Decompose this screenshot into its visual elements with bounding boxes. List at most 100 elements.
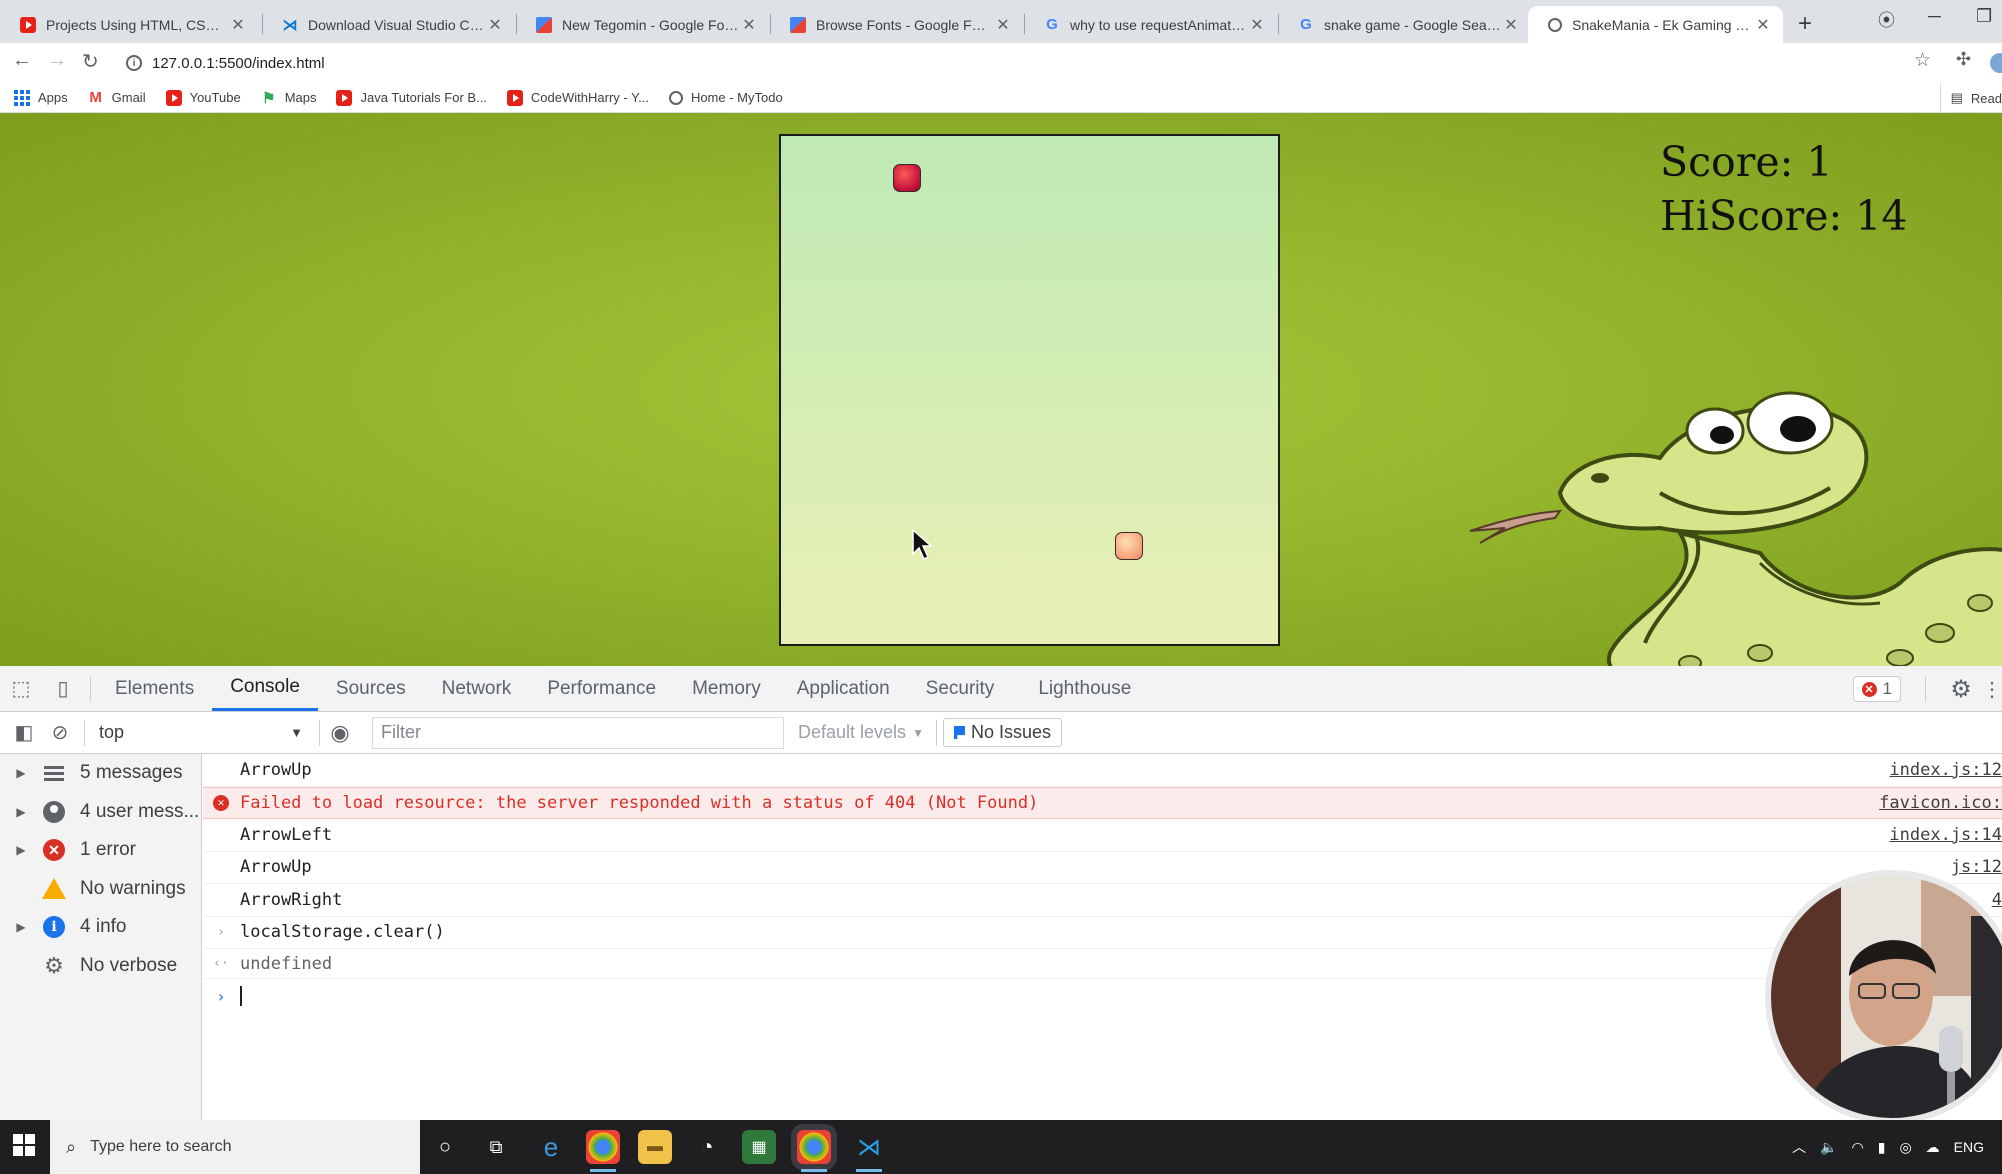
sidebar-item-info[interactable]: ▶ i 4 info xyxy=(0,908,201,947)
bookmark-maps[interactable]: ⚑ Maps xyxy=(261,90,317,107)
input-chevron-icon: › xyxy=(217,924,225,940)
new-tab-button[interactable]: + xyxy=(1798,10,1812,38)
sidebar-item-messages[interactable]: ▶ 5 messages xyxy=(0,754,201,793)
live-expression-eye-icon[interactable]: ◉ xyxy=(320,720,360,746)
speaker-icon[interactable]: 🔈 xyxy=(1820,1139,1837,1156)
site-info-icon[interactable]: i xyxy=(126,55,142,71)
console-prompt[interactable]: › xyxy=(203,979,2002,1013)
message-text: ArrowUp xyxy=(240,759,312,780)
forward-arrow-icon[interactable]: → xyxy=(47,49,67,72)
error-count-badge[interactable]: ✕ 1 xyxy=(1852,676,1901,702)
task-view-icon[interactable]: ⧉ xyxy=(479,1130,513,1164)
sidebar-item-errors[interactable]: ▶ ✕ 1 error xyxy=(0,831,201,870)
close-icon[interactable]: ✕ xyxy=(993,15,1013,35)
tab-browse-fonts[interactable]: Browse Fonts - Google Fonts ✕ xyxy=(770,6,1023,43)
bookmark-star-icon[interactable]: ☆ xyxy=(1914,49,1931,72)
source-link[interactable]: js:12 xyxy=(1951,857,2002,877)
sidebar-item-warnings[interactable]: No warnings xyxy=(0,870,201,909)
tab-title: Browse Fonts - Google Fonts xyxy=(816,16,993,33)
levels-label: Default levels xyxy=(798,722,907,742)
tab-request-animation-frame[interactable]: G why to use requestAnimationFrame ✕ xyxy=(1024,6,1277,43)
restore-icon[interactable]: ❐ xyxy=(1976,6,1992,27)
sidebar-item-user-messages[interactable]: ▶ 4 user mess... xyxy=(0,793,201,832)
edge-browser-icon[interactable]: e xyxy=(534,1130,568,1164)
chrome-active-icon[interactable] xyxy=(797,1130,831,1172)
tab-new-tegomin[interactable]: New Tegomin - Google Fonts ✕ xyxy=(516,6,769,43)
bookmark-java-tutorials[interactable]: Java Tutorials For B... xyxy=(336,89,487,106)
settings-gear-icon[interactable]: ⚙ xyxy=(1940,675,1982,704)
close-icon[interactable]: ✕ xyxy=(739,15,759,35)
source-link[interactable]: index.js:14 xyxy=(1889,825,2002,845)
search-icon: ⌕ xyxy=(66,1136,77,1157)
reading-list-icon: ▤ xyxy=(1950,90,1963,105)
error-icon: ✕ xyxy=(213,794,229,811)
bookmark-gmail[interactable]: M Gmail xyxy=(88,89,145,106)
tab-performance[interactable]: Performance xyxy=(529,666,674,711)
device-toolbar-icon[interactable]: ▯ xyxy=(42,666,84,711)
tab-memory[interactable]: Memory xyxy=(674,666,779,711)
microphone-icon[interactable]: ▮ xyxy=(1878,1139,1886,1156)
clear-console-icon[interactable]: ⊘ xyxy=(48,720,72,745)
devtools-panel: ⬚ ▯ Elements Console Sources Network Per… xyxy=(0,666,2002,1120)
close-icon[interactable]: ✕ xyxy=(1753,15,1773,35)
tab-lighthouse[interactable]: Lighthouse xyxy=(1020,666,1149,711)
tab-console[interactable]: Console xyxy=(212,666,318,711)
spreadsheet-app-icon[interactable]: ▦ xyxy=(742,1130,776,1164)
bookmark-codewithharry[interactable]: CodeWithHarry - Y... xyxy=(506,89,649,106)
reload-icon[interactable]: ↻ xyxy=(82,49,99,74)
tab-snakemania[interactable]: SnakeMania - Ek Gaming Katha ✕ xyxy=(1528,6,1783,43)
console-filter-input[interactable]: Filter xyxy=(372,716,784,749)
tab-network[interactable]: Network xyxy=(424,666,530,711)
bookmark-apps[interactable]: Apps xyxy=(14,89,68,106)
system-tray: ︿ 🔈 ◠ ▮ ◎ ☁ ENG xyxy=(1792,1120,1984,1174)
profile-avatar[interactable] xyxy=(1990,53,2002,73)
tab-elements[interactable]: Elements xyxy=(97,666,212,711)
source-link[interactable]: index.js:12 xyxy=(1889,760,2002,780)
reading-list-button[interactable]: ▤ Read xyxy=(1939,83,2002,113)
vscode-icon[interactable]: ⋊ xyxy=(852,1130,886,1172)
more-options-icon[interactable]: ⋮ xyxy=(1982,677,2002,702)
inspect-element-icon[interactable]: ⬚ xyxy=(0,666,42,711)
obs-studio-icon[interactable]: ◔ xyxy=(690,1130,724,1164)
minimize-icon[interactable]: ─ xyxy=(1928,6,1941,27)
tab-security[interactable]: Security xyxy=(908,666,1013,711)
expand-arrow-icon: ▶ xyxy=(16,804,26,819)
close-icon[interactable]: ✕ xyxy=(1501,15,1521,35)
tab-download-vscode[interactable]: ⋊ Download Visual Studio Code - Mac, Lin… xyxy=(262,6,515,43)
source-link[interactable]: 4 xyxy=(1992,890,2002,910)
cortana-circle-icon[interactable]: ○ xyxy=(428,1130,462,1164)
taskbar-search-box[interactable]: ⌕ Type here to search xyxy=(50,1120,420,1174)
address-bar[interactable]: i 127.0.0.1:5500/index.html xyxy=(118,47,1898,79)
bookmark-youtube[interactable]: YouTube xyxy=(165,89,241,106)
expand-arrow-icon: ▶ xyxy=(16,843,26,858)
log-levels-dropdown[interactable]: Default levels ▼ xyxy=(798,722,924,743)
tab-snake-game-search[interactable]: G snake game - Google Search ✕ xyxy=(1278,6,1531,43)
tab-projects[interactable]: Projects Using HTML, CSS & JavaScript ✕ xyxy=(0,6,258,43)
chrome-tray-icon[interactable]: ◎ xyxy=(1899,1139,1911,1156)
chrome-icon[interactable] xyxy=(586,1130,620,1172)
tab-sources[interactable]: Sources xyxy=(318,666,424,711)
context-select[interactable]: top ▼ xyxy=(99,718,309,748)
sidebar-item-verbose[interactable]: ⚙ No verbose xyxy=(0,947,201,986)
bookmark-mytodo[interactable]: Home - MyTodo xyxy=(668,90,783,105)
reading-list-label: Read xyxy=(1970,90,2002,106)
back-arrow-icon[interactable]: ← xyxy=(12,49,32,72)
source-link[interactable]: favicon.ico: xyxy=(1879,793,2002,813)
issues-button[interactable]: No Issues xyxy=(942,718,1062,747)
console-filter-bar: ◧ ⊘ top ▼ ◉ Filter Default levels ▼ No I… xyxy=(0,712,2002,754)
youtube-icon xyxy=(165,89,182,106)
wifi-icon[interactable]: ◠ xyxy=(1852,1139,1864,1156)
sidebar-toggle-icon[interactable]: ◧ xyxy=(0,720,48,745)
extensions-puzzle-icon[interactable]: ✣ xyxy=(1956,49,1971,70)
close-icon[interactable]: ✕ xyxy=(1247,15,1267,35)
tray-chevron-icon[interactable]: ︿ xyxy=(1792,1137,1806,1157)
tab-application[interactable]: Application xyxy=(779,666,908,711)
language-indicator[interactable]: ENG xyxy=(1954,1139,1984,1155)
close-icon[interactable]: ✕ xyxy=(228,15,248,35)
tab-search-icon[interactable]: ⦿ xyxy=(1878,6,1895,31)
onedrive-cloud-icon[interactable]: ☁ xyxy=(1926,1139,1940,1156)
game-board[interactable] xyxy=(779,134,1280,646)
close-icon[interactable]: ✕ xyxy=(485,15,505,35)
file-explorer-icon[interactable]: ▬ xyxy=(638,1130,672,1164)
windows-start-icon[interactable] xyxy=(13,1134,35,1156)
